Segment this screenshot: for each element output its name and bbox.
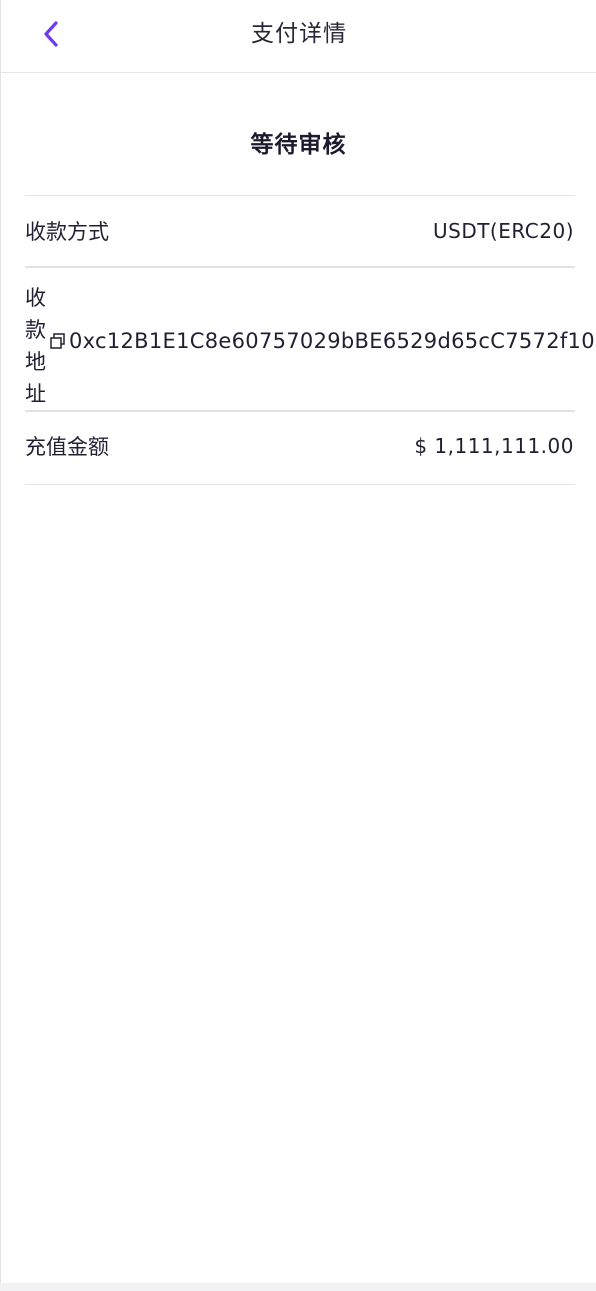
payment-details-page: 支付详情 等待审核 收款方式 USDT(ERC20) 收 款 地 址 0xc12… (0, 0, 596, 1283)
copy-icon[interactable] (49, 332, 67, 350)
divider (25, 484, 575, 485)
receiving-address-label: 收 款 地 址 (25, 282, 49, 410)
address-label-char: 地 (25, 350, 46, 374)
payment-method-label: 收款方式 (25, 220, 109, 244)
address-label-char: 址 (25, 382, 46, 406)
header-bar: 支付详情 (1, 0, 596, 73)
divider (25, 410, 575, 412)
status-text: 等待审核 (250, 132, 347, 158)
address-label-char: 款 (25, 318, 46, 342)
page-title: 支付详情 (251, 21, 347, 47)
address-row: 0xc12B1E1C8e60757029bBE6529d65cC7572f100 (49, 324, 596, 358)
payment-method-value: USDT(ERC20) (432, 219, 574, 243)
divider (25, 195, 575, 196)
address-label-char: 收 (25, 286, 46, 310)
receiving-address-value[interactable]: 0xc12B1E1C8e60757029bBE6529d65cC7572f100 (69, 324, 596, 358)
recharge-amount-label: 充值金额 (25, 435, 109, 459)
divider (25, 266, 575, 268)
recharge-amount-value: $ 1,111,111.00 (414, 434, 574, 458)
